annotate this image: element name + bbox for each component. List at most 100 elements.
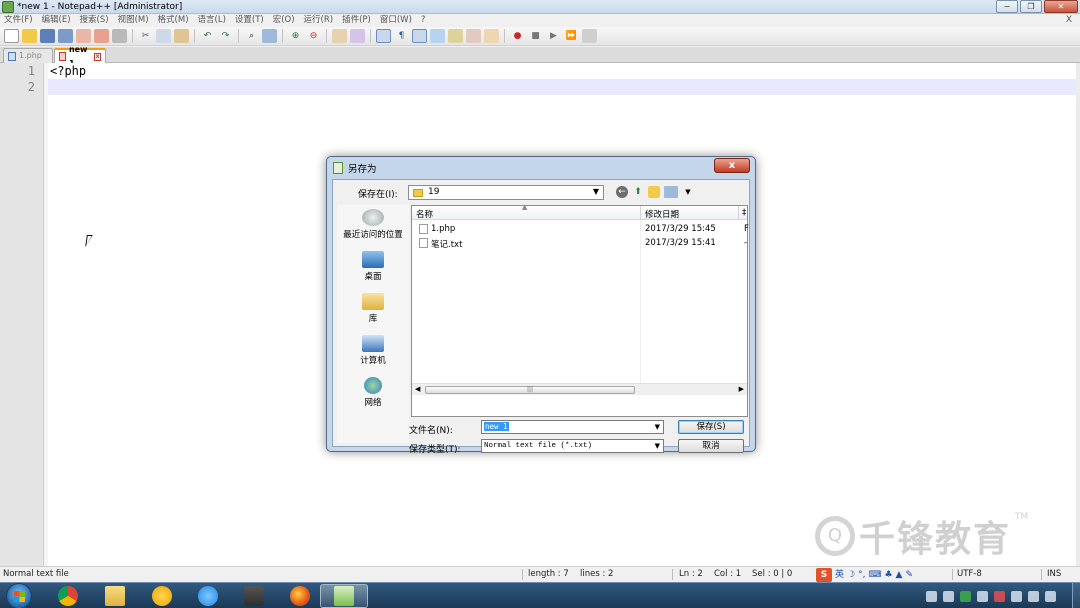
zoom-in-icon[interactable]: ⊕ xyxy=(288,29,303,43)
up-folder-icon[interactable]: ⬆ xyxy=(632,186,644,198)
file-name-value[interactable]: new 1 xyxy=(484,422,509,431)
scroll-right-icon[interactable]: ▶ xyxy=(739,384,744,395)
cancel-button[interactable]: 取消 xyxy=(678,439,744,453)
save-macro-icon[interactable] xyxy=(582,29,597,43)
menu-search[interactable]: 搜索(S) xyxy=(80,14,109,27)
back-icon[interactable]: ← xyxy=(616,186,628,198)
place-computer[interactable]: 计算机 xyxy=(337,335,409,366)
save-button[interactable]: 保存(S) xyxy=(678,420,744,434)
menu-run[interactable]: 运行(R) xyxy=(304,14,334,27)
chevron-down-icon[interactable]: ▼ xyxy=(655,421,660,433)
tab-1-php[interactable]: 1.php xyxy=(3,48,53,63)
find-icon[interactable]: ⌕ xyxy=(244,29,259,43)
language-icon[interactable] xyxy=(430,29,445,43)
show-all-chars-icon[interactable]: ¶ xyxy=(394,29,409,43)
firefox-taskbar-button[interactable] xyxy=(276,584,324,608)
menu-view[interactable]: 视图(M) xyxy=(118,14,149,27)
ime-settings-icon[interactable]: ✎ xyxy=(905,568,913,582)
tray-app-icon[interactable] xyxy=(960,590,971,602)
qq-taskbar-button[interactable] xyxy=(138,584,186,608)
menu-file[interactable]: 文件(F) xyxy=(4,14,33,27)
column-date-modified[interactable]: 修改日期 xyxy=(645,208,679,220)
undo-icon[interactable]: ↶ xyxy=(200,29,215,43)
tray-display-icon[interactable] xyxy=(977,590,988,602)
new-file-icon[interactable] xyxy=(4,29,19,43)
tray-flag-icon[interactable] xyxy=(994,590,1005,602)
save-all-icon[interactable] xyxy=(58,29,73,43)
place-libraries[interactable]: 库 xyxy=(337,293,409,324)
replace-icon[interactable] xyxy=(262,29,277,43)
view-menu-icon[interactable] xyxy=(664,186,678,198)
menu-format[interactable]: 格式(M) xyxy=(158,14,189,27)
explorer-taskbar-button[interactable] xyxy=(91,584,139,608)
file-type-dropdown[interactable]: Normal text file (*.txt) ▼ xyxy=(481,439,664,453)
menu-language[interactable]: 语言(L) xyxy=(198,14,226,27)
close-all-icon[interactable] xyxy=(94,29,109,43)
chevron-down-icon[interactable]: ▼ xyxy=(682,186,694,198)
tab-close-icon[interactable]: x xyxy=(94,52,101,61)
place-network[interactable]: 网络 xyxy=(337,377,409,408)
copy-icon[interactable] xyxy=(156,29,171,43)
file-row[interactable]: 笔记.txt 2017/3/29 15:41 - xyxy=(412,236,747,250)
stop-macro-icon[interactable]: ■ xyxy=(528,29,543,43)
menu-plugins[interactable]: 插件(P) xyxy=(342,14,371,27)
column-separator[interactable] xyxy=(640,206,641,220)
tray-usb-icon[interactable] xyxy=(926,590,937,602)
close-document-button[interactable]: X xyxy=(1066,14,1072,27)
ime-toolbar[interactable]: S 英 ☽ °, ⌨ ♣ ▲ ✎ xyxy=(816,568,913,582)
open-file-icon[interactable] xyxy=(22,29,37,43)
column-name[interactable]: 名称 xyxy=(416,208,433,220)
start-button[interactable] xyxy=(6,583,32,608)
minimize-button[interactable]: − xyxy=(996,0,1018,13)
tray-keyboard-icon[interactable] xyxy=(943,590,954,602)
doc-map-icon[interactable] xyxy=(448,29,463,43)
menu-edit[interactable]: 编辑(E) xyxy=(42,14,71,27)
sync-horizontal-icon[interactable] xyxy=(350,29,365,43)
maximize-button[interactable]: ❐ xyxy=(1020,0,1042,13)
tray-message-icon[interactable] xyxy=(1045,590,1056,602)
vertical-scrollbar[interactable] xyxy=(1076,63,1080,566)
file-list[interactable]: ▲ 名称 修改日期 ‡ 1.php 2017/3/29 15:45 F 笔记.t… xyxy=(411,203,749,417)
tray-network-icon[interactable] xyxy=(1011,590,1022,602)
print-icon[interactable] xyxy=(112,29,127,43)
ime-tools-icon[interactable]: ♣ xyxy=(884,568,892,582)
indent-guide-icon[interactable] xyxy=(412,29,427,43)
close-button[interactable]: ✕ xyxy=(1044,0,1078,13)
dialog-title-bar[interactable]: 另存为 x xyxy=(327,157,755,179)
chrome-taskbar-button[interactable] xyxy=(44,584,92,608)
folder-workspace-icon[interactable] xyxy=(484,29,499,43)
menu-help[interactable]: ? xyxy=(421,14,426,27)
zoom-out-icon[interactable]: ⊖ xyxy=(306,29,321,43)
place-desktop[interactable]: 桌面 xyxy=(337,251,409,282)
half-width-icon[interactable]: ☽ xyxy=(847,568,855,582)
cut-icon[interactable]: ✂ xyxy=(138,29,153,43)
scroll-left-icon[interactable]: ◀ xyxy=(415,384,420,395)
column-separator[interactable] xyxy=(738,206,739,220)
run-macro-multiple-icon[interactable]: ⏩ xyxy=(564,29,579,43)
chevron-down-icon[interactable]: ▼ xyxy=(655,440,660,452)
save-in-dropdown[interactable]: 19 ▼ xyxy=(408,185,604,200)
dialog-close-button[interactable]: x xyxy=(714,158,750,173)
ime-skin-icon[interactable]: ▲ xyxy=(896,568,903,582)
tab-new-1[interactable]: new 1 x xyxy=(54,45,106,68)
sync-vertical-icon[interactable] xyxy=(332,29,347,43)
word-wrap-icon[interactable] xyxy=(376,29,391,43)
scroll-thumb[interactable]: ||| xyxy=(425,386,635,394)
keyboard-icon[interactable]: ⌨ xyxy=(868,568,881,582)
menu-macro[interactable]: 宏(O) xyxy=(273,14,295,27)
notepad-plus-plus-taskbar-button[interactable] xyxy=(320,584,368,608)
tray-volume-icon[interactable] xyxy=(1028,590,1039,602)
menu-window[interactable]: 窗口(W) xyxy=(380,14,412,27)
paste-icon[interactable] xyxy=(174,29,189,43)
show-desktop-button[interactable] xyxy=(1072,583,1080,608)
column-more[interactable]: ‡ xyxy=(742,208,746,218)
ime-language[interactable]: 英 xyxy=(835,568,844,582)
code-line[interactable]: <?php xyxy=(50,64,86,78)
file-row[interactable]: 1.php 2017/3/29 15:45 F xyxy=(412,222,749,236)
play-macro-icon[interactable]: ▶ xyxy=(546,29,561,43)
function-list-icon[interactable] xyxy=(466,29,481,43)
close-file-icon[interactable] xyxy=(76,29,91,43)
record-macro-icon[interactable]: ● xyxy=(510,29,525,43)
menu-settings[interactable]: 设置(T) xyxy=(235,14,264,27)
new-folder-icon[interactable] xyxy=(648,186,660,198)
